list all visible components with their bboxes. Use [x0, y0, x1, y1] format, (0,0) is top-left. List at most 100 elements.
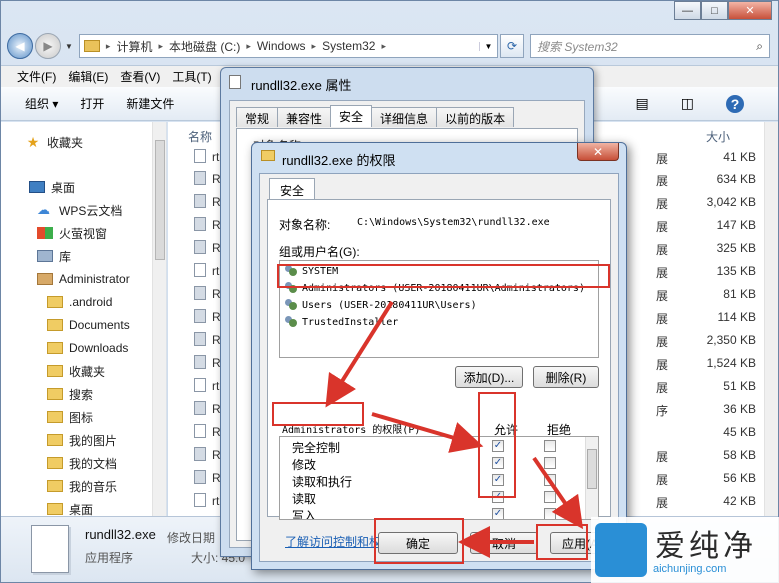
tab-security[interactable]: 安全 [269, 178, 316, 200]
breadcrumb-computer[interactable]: 计算机 [116, 38, 152, 55]
file-list-scrollbar[interactable] [764, 122, 778, 518]
tab-general[interactable]: 常规 [236, 107, 279, 127]
deny-checkbox[interactable] [544, 474, 556, 486]
menu-file[interactable]: 文件(F) [17, 68, 56, 85]
sidebar-item-label: 库 [59, 249, 72, 264]
deny-checkbox[interactable] [544, 508, 556, 519]
sidebar-item-pictures[interactable]: 我的图片 [47, 430, 117, 450]
deny-checkbox[interactable] [544, 440, 556, 452]
sidebar-item-wps-cloud[interactable]: ☁ WPS云文档 [37, 200, 122, 220]
sidebar-item-documents[interactable]: Documents [47, 315, 130, 335]
permissions-title: rundll32.exe 的权限 [282, 153, 396, 168]
breadcrumb-local-disk[interactable]: 本地磁盘 (C:) [169, 38, 240, 55]
sidebar-item-downloads[interactable]: Downloads [47, 338, 128, 358]
permissions-dialog: rundll32.exe 的权限 ✕ 安全 对象名称: C:\Windows\S… [251, 142, 627, 570]
file-icon [194, 149, 206, 163]
file-size: 147 KB [716, 218, 756, 232]
scrollbar-thumb[interactable] [155, 140, 165, 260]
file-size: 2,350 KB [706, 333, 756, 347]
sidebar-item-administrator[interactable]: Administrator [37, 269, 130, 289]
tab-previous-versions[interactable]: 以前的版本 [436, 107, 515, 127]
column-header-size[interactable]: 大小 [706, 128, 730, 145]
cancel-button[interactable]: 取消 [470, 532, 538, 554]
user-name: Users (USER-20180411UR\Users) [302, 299, 477, 311]
folder-icon [47, 480, 63, 492]
search-icon[interactable]: ⌕ [756, 39, 763, 54]
file-type: 展 [656, 152, 669, 166]
forward-button[interactable]: ▶ [35, 33, 61, 59]
sidebar-item-icons[interactable]: 图标 [47, 407, 93, 427]
folder-icon [261, 150, 275, 161]
maximize-button[interactable]: □ [701, 1, 728, 20]
sidebar-item-my-documents[interactable]: 我的文档 [47, 453, 117, 473]
list-item[interactable]: Users (USER-20180411UR\Users) [284, 297, 477, 313]
allow-checkbox[interactable]: ✓ [492, 508, 504, 519]
tab-security[interactable]: 安全 [330, 105, 373, 127]
sidebar-scrollbar[interactable] [152, 122, 166, 518]
remove-button[interactable]: 删除(R) [533, 366, 599, 388]
sidebar-item-label: 桌面 [69, 502, 94, 517]
highlight-apply-button [536, 524, 588, 560]
object-name-label: 对象名称: [279, 218, 331, 232]
file-icon [194, 378, 206, 392]
menu-view[interactable]: 查看(V) [120, 68, 160, 85]
list-item[interactable]: TrustedInstaller [284, 314, 398, 330]
tab-details[interactable]: 详细信息 [371, 107, 438, 127]
new-folder-button[interactable]: 新建文件 [126, 95, 174, 112]
file-size: 51 KB [723, 379, 756, 393]
view-options-icon[interactable]: ▤ [636, 95, 649, 113]
close-button[interactable]: ✕ [728, 1, 772, 20]
menu-tools[interactable]: 工具(T) [172, 68, 211, 85]
preview-pane-icon[interactable]: ◫ [681, 95, 694, 113]
add-button[interactable]: 添加(D)... [455, 366, 523, 388]
sidebar-item-huoying[interactable]: 火萤视窗 [37, 223, 107, 243]
chevron-right-icon[interactable]: ▸ [106, 41, 111, 52]
search-input[interactable]: 搜索 System32 ⌕ [530, 34, 770, 58]
details-file-name: rundll32.exe [85, 527, 156, 542]
minimize-button[interactable]: — [674, 1, 701, 20]
address-dropdown-icon[interactable]: ▼ [479, 41, 497, 51]
file-type: 展 [656, 496, 669, 510]
back-button[interactable]: ◀ [7, 33, 33, 59]
breadcrumb-windows[interactable]: Windows [257, 39, 306, 53]
open-button[interactable]: 打开 [80, 95, 104, 112]
navigation-bar: ◀ ▶ ▼ ▸ 计算机 ▸ 本地磁盘 (C:) ▸ Windows ▸ Syst… [7, 31, 770, 61]
breadcrumb-system32[interactable]: System32 [322, 39, 375, 53]
search-placeholder: 搜索 System32 [537, 39, 618, 54]
file-name: rt [212, 264, 220, 278]
help-icon[interactable]: ? [726, 95, 744, 113]
sidebar-item-music[interactable]: 我的音乐 [47, 476, 117, 496]
column-header-name[interactable]: 名称 [188, 128, 212, 145]
file-icon [194, 401, 206, 415]
close-button[interactable]: ✕ [577, 143, 619, 161]
sidebar-item-library[interactable]: 库 [37, 246, 71, 266]
sidebar-item-android[interactable]: .android [47, 292, 112, 312]
permissions-list: 完全控制 ✓ 修改 ✓ 读取和执行 ✓ 读取 ✓ 写入 ✓ [279, 436, 599, 520]
file-icon [194, 217, 206, 231]
sidebar-item-desktop[interactable]: 桌面 [29, 177, 75, 197]
deny-checkbox[interactable] [544, 457, 556, 469]
sidebar-item-favorites[interactable]: ★ 收藏夹 [25, 132, 83, 152]
tab-compatibility[interactable]: 兼容性 [277, 107, 332, 127]
chevron-right-icon[interactable]: ▸ [246, 41, 251, 52]
permissions-scrollbar[interactable] [585, 437, 598, 519]
organize-button[interactable]: 组织 ▾ [25, 95, 58, 112]
folder-icon [47, 342, 63, 354]
chevron-right-icon[interactable]: ▸ [312, 41, 317, 52]
file-size: 36 KB [723, 402, 756, 416]
address-bar[interactable]: ▸ 计算机 ▸ 本地磁盘 (C:) ▸ Windows ▸ System32 ▸… [78, 34, 498, 58]
refresh-button[interactable]: ⟳ [500, 34, 524, 58]
sidebar-item-searches[interactable]: 搜索 [47, 384, 93, 404]
menu-edit[interactable]: 编辑(E) [68, 68, 108, 85]
file-icon [194, 286, 206, 300]
file-type: 展 [656, 358, 669, 372]
deny-checkbox[interactable] [544, 491, 556, 503]
history-dropdown-icon[interactable]: ▼ [65, 42, 73, 51]
folder-icon [47, 296, 63, 308]
chevron-right-icon[interactable]: ▸ [381, 41, 386, 52]
scrollbar-thumb[interactable] [587, 449, 597, 489]
table-row: 读取和执行 ✓ [280, 472, 586, 489]
chevron-right-icon[interactable]: ▸ [158, 41, 163, 52]
sidebar-item-favorites-folder[interactable]: 收藏夹 [47, 361, 105, 381]
file-type: 展 [656, 220, 669, 234]
